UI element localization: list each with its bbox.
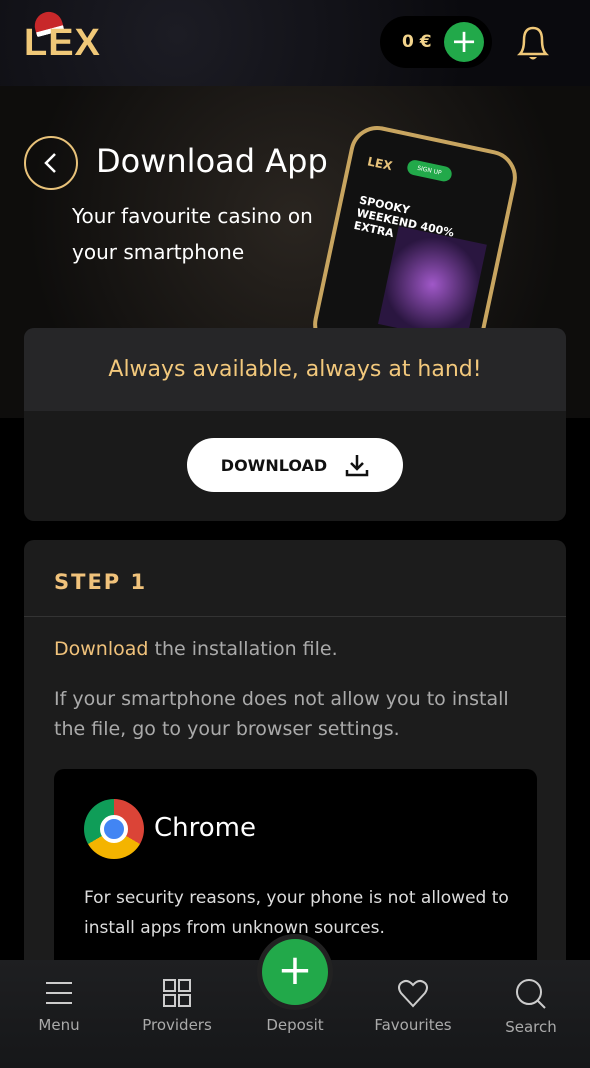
chevron-left-icon [44, 153, 56, 173]
download-button[interactable]: DOWNLOAD [187, 438, 403, 492]
logo[interactable]: LEX [24, 22, 101, 65]
step-line1: Download the installation file. [54, 638, 338, 660]
nav-search-label: Search [505, 1018, 557, 1036]
deposit-button[interactable]: + [257, 934, 333, 1010]
phone-logo: LEX [366, 154, 394, 174]
balance-amount: 0 € [402, 32, 432, 52]
browser-name: Chrome [154, 813, 256, 843]
step-title: STEP 1 [24, 540, 566, 617]
back-button[interactable] [24, 136, 78, 190]
menu-icon [46, 982, 72, 1004]
nav-search[interactable]: Search [472, 978, 590, 1036]
download-label: DOWNLOAD [220, 455, 328, 475]
nav-providers-label: Providers [142, 1016, 212, 1034]
download-link[interactable]: Download [54, 638, 148, 660]
nav-menu-label: Menu [38, 1016, 80, 1034]
grid-icon [163, 979, 191, 1007]
nav-favourites-label: Favourites [374, 1016, 452, 1034]
download-icon [345, 455, 369, 477]
page-subtitle: Your favourite casino on your smartphone [72, 204, 313, 264]
browser-text: For security reasons, your phone is not … [84, 888, 509, 938]
plus-icon: + [262, 939, 328, 1005]
header: LEX 0 € + [0, 0, 590, 86]
search-icon [516, 979, 546, 1009]
tagline: Always available, always at hand! [24, 328, 566, 411]
bell-icon[interactable] [514, 22, 552, 62]
heart-icon [398, 979, 428, 1008]
balance-widget[interactable]: 0 € + [380, 16, 492, 68]
step-card: STEP 1 Download the installation file. I… [24, 540, 566, 989]
nav-deposit-label: Deposit [266, 1016, 324, 1034]
nav-providers[interactable]: Providers [118, 978, 236, 1034]
chrome-icon [84, 799, 144, 859]
download-card: Always available, always at hand! DOWNLO… [24, 328, 566, 521]
page-title: Download App [96, 142, 328, 180]
add-funds-button[interactable]: + [444, 22, 484, 62]
phone-signup: SIGN UP [405, 158, 453, 183]
nav-favourites[interactable]: Favourites [354, 978, 472, 1034]
step-line2: If your smartphone does not allow you to… [54, 688, 509, 740]
step-line1-rest: the installation file. [148, 638, 338, 660]
nav-menu[interactable]: Menu [0, 978, 118, 1034]
